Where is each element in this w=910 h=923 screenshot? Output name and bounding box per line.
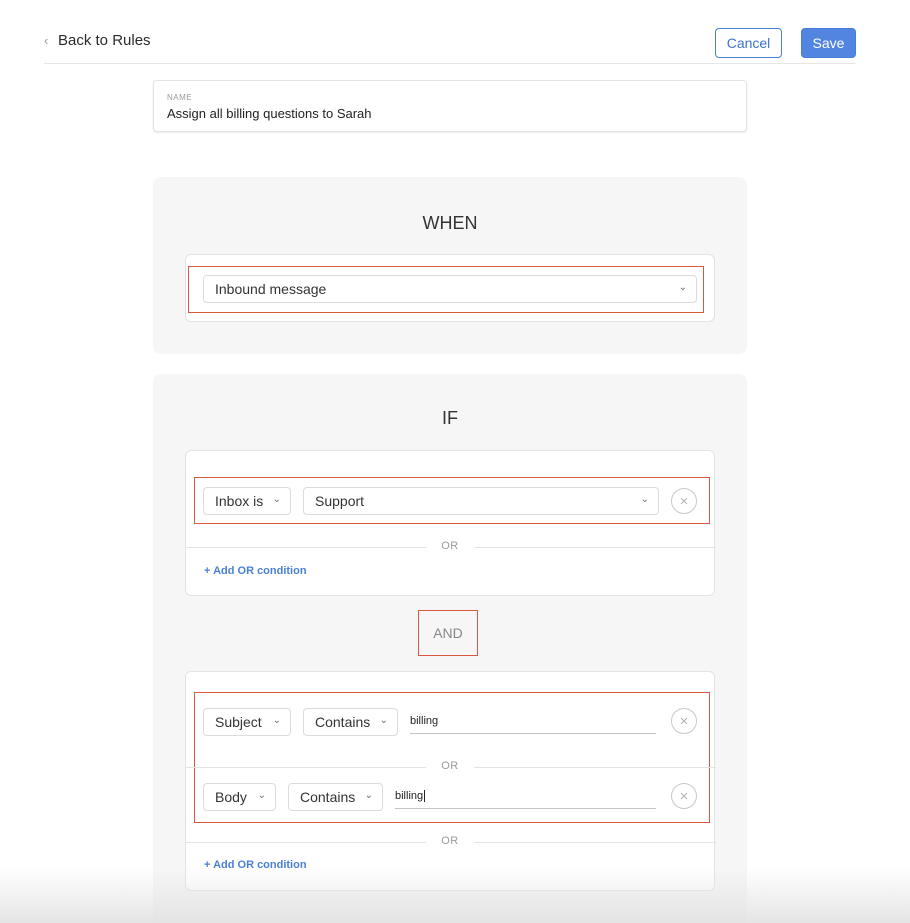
remove-condition-button[interactable]: × bbox=[671, 783, 697, 809]
when-title: WHEN bbox=[422, 213, 478, 233]
close-icon: × bbox=[679, 492, 689, 510]
inbox-value-select[interactable]: Support ⌄ bbox=[303, 487, 659, 515]
rule-editor: ‹ Back to Rules Cancel Save NAME Assign … bbox=[0, 0, 910, 923]
chevron-down-icon: ⌄ bbox=[272, 494, 281, 505]
chevron-down-icon: ⌄ bbox=[379, 715, 388, 726]
body-field-select[interactable]: Body ⌄ bbox=[203, 783, 276, 811]
add-or-condition-link[interactable]: + Add OR condition bbox=[204, 565, 307, 577]
remove-condition-button[interactable]: × bbox=[671, 488, 697, 514]
chevron-down-icon: ⌄ bbox=[257, 790, 266, 801]
chevron-down-icon: ⌄ bbox=[364, 790, 373, 801]
top-bar: ‹ Back to Rules Cancel Save bbox=[44, 24, 856, 64]
or-separator: OR bbox=[186, 760, 716, 774]
or-separator: OR bbox=[186, 835, 716, 849]
subject-value-input[interactable]: billing bbox=[410, 710, 656, 734]
or-label: OR bbox=[441, 835, 459, 847]
if-condition-group-1: Inbox is ⌄ Support ⌄ × OR + Add OR condi… bbox=[185, 450, 716, 596]
add-or-condition-link[interactable]: + Add OR condition bbox=[204, 859, 307, 871]
chevron-left-icon: ‹ bbox=[44, 33, 49, 48]
body-value-input[interactable]: billing bbox=[395, 785, 656, 809]
and-connector: AND bbox=[418, 610, 478, 656]
rule-name-field[interactable]: NAME Assign all billing questions to Sar… bbox=[153, 80, 747, 132]
trigger-select[interactable]: Inbound message ⌄ bbox=[203, 275, 697, 303]
chevron-down-icon: ⌄ bbox=[640, 494, 649, 505]
subject-field-select[interactable]: Subject ⌄ bbox=[203, 708, 291, 736]
rule-name-label: NAME bbox=[167, 93, 193, 102]
close-icon: × bbox=[679, 787, 689, 805]
operator-select-value: Contains bbox=[300, 789, 356, 805]
if-condition-group-2: Subject ⌄ Contains ⌄ billing × OR Body ⌄ bbox=[185, 671, 716, 891]
field-select-value: Inbox is bbox=[215, 493, 264, 509]
save-button[interactable]: Save bbox=[801, 28, 856, 58]
operator-select[interactable]: Contains ⌄ bbox=[303, 708, 398, 736]
value-select-value: Support bbox=[315, 493, 365, 509]
field-select-value: Body bbox=[215, 789, 247, 805]
rule-name-value[interactable]: Assign all billing questions to Sarah bbox=[167, 106, 372, 121]
operator-select[interactable]: Contains ⌄ bbox=[288, 783, 383, 811]
back-to-rules-link[interactable]: ‹ Back to Rules bbox=[44, 32, 151, 49]
when-panel: WHEN Inbound message ⌄ bbox=[153, 177, 747, 354]
when-card: Inbound message ⌄ bbox=[185, 254, 715, 322]
inbox-field-select[interactable]: Inbox is ⌄ bbox=[203, 487, 291, 515]
back-link-label: Back to Rules bbox=[58, 32, 151, 49]
trigger-select-value: Inbound message bbox=[215, 281, 327, 297]
or-label: OR bbox=[441, 760, 459, 772]
or-separator: OR bbox=[186, 540, 716, 554]
cancel-button[interactable]: Cancel bbox=[715, 28, 782, 58]
operator-select-value: Contains bbox=[315, 714, 371, 730]
or-label: OR bbox=[441, 540, 459, 552]
remove-condition-button[interactable]: × bbox=[671, 708, 697, 734]
if-panel: IF Inbox is ⌄ Support ⌄ × OR + Add OR co… bbox=[153, 374, 747, 923]
chevron-down-icon: ⌄ bbox=[272, 715, 281, 726]
if-title: IF bbox=[442, 408, 458, 428]
chevron-down-icon: ⌄ bbox=[678, 282, 687, 293]
close-icon: × bbox=[679, 712, 689, 730]
field-select-value: Subject bbox=[215, 714, 262, 730]
body-value-text: billing bbox=[395, 790, 424, 802]
text-cursor bbox=[424, 790, 426, 802]
